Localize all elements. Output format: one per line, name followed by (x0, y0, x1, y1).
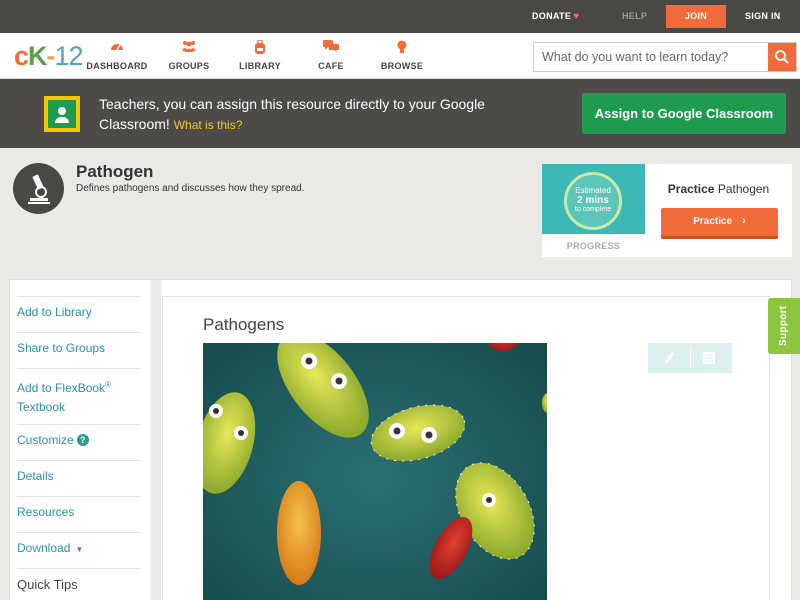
search-input[interactable] (534, 43, 770, 71)
help-link[interactable]: HELP (622, 0, 647, 33)
heart-icon: ♥ (573, 11, 580, 22)
cafe-chat-icon (296, 40, 366, 57)
logo-12: 12 (54, 41, 84, 71)
content-title: Pathogens (203, 315, 285, 334)
chevron-right-icon: › (742, 215, 746, 227)
assign-google-classroom-button[interactable]: Assign to Google Classroom (582, 93, 786, 134)
donate-link[interactable]: DONATE ♥ (532, 0, 579, 33)
flexbook-label: Add to FlexBook (17, 381, 106, 395)
logo-k: K (28, 41, 47, 71)
banner-text: Teachers, you can assign this resource d… (99, 96, 485, 132)
nav-browse[interactable]: BROWSE (367, 40, 437, 71)
practice-button-label: Practice (693, 216, 733, 227)
progress-label: PROGRESS (566, 241, 621, 251)
flexbook-label-line2: Textbook (17, 400, 66, 414)
nav-cafe-label: CAFE (318, 61, 344, 71)
logo-dash: - (46, 41, 56, 71)
nav-library[interactable]: LIBRARY (225, 39, 295, 71)
ck12-logo[interactable]: cK-12 (14, 41, 84, 71)
search-icon (775, 50, 789, 64)
groups-people-icon (154, 40, 224, 57)
nav-library-label: LIBRARY (239, 61, 281, 71)
estimate-label: Estimated (575, 186, 611, 195)
estimate-suffix: to complete (574, 206, 612, 213)
nav-browse-label: BROWSE (380, 61, 424, 71)
pencil-icon[interactable] (661, 350, 677, 366)
content-area: Pathogens (162, 296, 770, 600)
sidebar-download[interactable]: Download ▼ (17, 532, 140, 568)
panel-divider (151, 280, 161, 600)
dashboard-gauge-icon (82, 40, 152, 57)
practice-title: Practice Pathogen (645, 182, 792, 196)
practice-title-bold: Practice (667, 182, 715, 196)
what-is-this-link[interactable]: What is this? (174, 118, 243, 132)
notes-icon[interactable] (701, 350, 717, 366)
browse-lightbulb-icon (367, 40, 437, 57)
estimate-time: 2 mins (577, 195, 609, 206)
top-utility-bar: DONATE ♥ HELP JOIN SIGN IN (0, 0, 800, 33)
join-button[interactable]: JOIN (666, 5, 726, 28)
practice-button[interactable]: Practice › (661, 208, 778, 239)
main-panel: Add to Library Share to Groups Add to Fl… (9, 279, 792, 600)
google-classroom-icon (44, 96, 80, 132)
support-tab[interactable]: Support (768, 298, 800, 354)
sidebar-customize[interactable]: Customize? (17, 424, 140, 460)
sidebar-details[interactable]: Details (17, 460, 140, 496)
practice-title-topic: Pathogen (717, 182, 770, 196)
customize-label: Customize (17, 433, 74, 447)
sidebar-share-to-groups[interactable]: Share to Groups (17, 332, 140, 368)
pathogens-illustration (203, 343, 547, 600)
registered-mark: ® (105, 380, 111, 389)
donate-label: DONATE (532, 11, 572, 21)
annotation-toolbar (648, 343, 732, 373)
library-backpack-icon (225, 39, 295, 57)
sidebar-quick-tips[interactable]: Quick Tips (17, 568, 140, 600)
support-label: Support (778, 305, 789, 346)
banner-message: Teachers, you can assign this resource d… (99, 94, 549, 135)
main-nav: cK-12 DASHBOARD GROUPS LIBRARY CAFE BROW… (0, 33, 800, 79)
sidebar: Add to Library Share to Groups Add to Fl… (10, 280, 152, 600)
nav-dashboard-label: DASHBOARD (86, 61, 148, 71)
sidebar-add-to-flexbook[interactable]: Add to FlexBook® Textbook (17, 368, 140, 424)
concept-description: Defines pathogens and discusses how they… (76, 183, 305, 194)
sidebar-resources[interactable]: Resources (17, 496, 140, 532)
microscope-icon (13, 163, 64, 214)
nav-dashboard[interactable]: DASHBOARD (82, 40, 152, 71)
concept-title: Pathogen (76, 162, 154, 181)
practice-thumbnail[interactable]: Estimated 2 mins to complete (542, 164, 645, 234)
estimate-ring: Estimated 2 mins to complete (564, 172, 622, 230)
toolbar-divider (690, 348, 691, 368)
caret-down-icon: ▼ (75, 545, 84, 554)
nav-groups-label: GROUPS (168, 61, 210, 71)
sidebar-add-to-library[interactable]: Add to Library (17, 296, 140, 332)
nav-groups[interactable]: GROUPS (154, 40, 224, 71)
help-question-icon[interactable]: ? (76, 434, 89, 446)
sign-in-link[interactable]: SIGN IN (745, 0, 781, 33)
logo-c: c (14, 41, 29, 71)
download-label: Download (17, 541, 71, 555)
practice-card: Estimated 2 mins to complete PROGRESS Pr… (542, 164, 792, 257)
search-button[interactable] (768, 43, 796, 71)
google-classroom-banner: Teachers, you can assign this resource d… (0, 79, 800, 148)
nav-cafe[interactable]: CAFE (296, 40, 366, 71)
search-box (533, 42, 797, 72)
